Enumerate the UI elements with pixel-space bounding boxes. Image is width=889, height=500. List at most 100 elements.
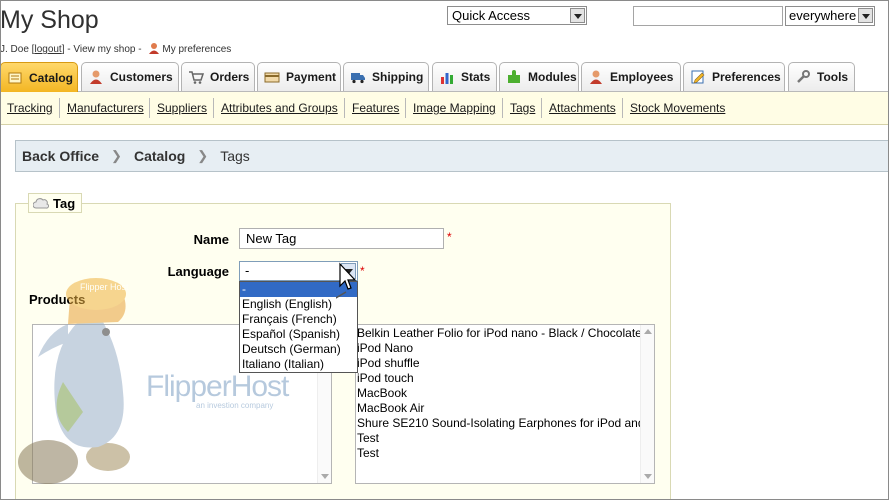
required-mark: * — [447, 230, 452, 244]
tab-label: Shipping — [372, 70, 424, 84]
shop-title: My Shop — [0, 6, 99, 34]
divider — [541, 98, 542, 118]
language-option[interactable]: Español (Spanish) — [240, 327, 357, 342]
logout-link[interactable]: logout — [34, 44, 61, 55]
divider — [59, 98, 60, 118]
search-scope-value: everywhere — [789, 8, 857, 23]
tab-customers[interactable]: Customers — [81, 62, 179, 91]
chevron-down-icon[interactable] — [570, 8, 585, 23]
tab-label: Modules — [528, 70, 577, 84]
subnav-image-mapping[interactable]: Image Mapping — [413, 101, 496, 115]
subnav-attributes-and-groups[interactable]: Attributes and Groups — [221, 101, 338, 115]
list-item[interactable]: MacBook Air — [356, 401, 640, 416]
divider — [405, 98, 406, 118]
tab-employees[interactable]: Employees — [581, 62, 681, 91]
orders-icon — [189, 71, 204, 84]
list-item[interactable]: Test — [356, 431, 640, 446]
list-item[interactable]: iPod Nano — [356, 341, 640, 356]
form-legend: Tag — [28, 193, 83, 213]
tools-icon — [797, 70, 810, 83]
scroll-up-icon[interactable] — [644, 329, 652, 334]
tab-label: Tools — [817, 70, 849, 84]
view-shop-link[interactable]: View my shop — [73, 44, 135, 55]
name-field[interactable]: New Tag — [239, 228, 444, 249]
subnav-tracking[interactable]: Tracking — [7, 101, 53, 115]
stats-icon — [441, 73, 453, 84]
mouse-pointer-icon — [336, 262, 357, 299]
divider — [149, 98, 150, 118]
breadcrumb: Back Office ❯ Catalog ❯ Tags — [15, 140, 889, 172]
divider — [344, 98, 345, 118]
subnav-features[interactable]: Features — [352, 101, 399, 115]
mascot-watermark: Flipper Host — [18, 278, 130, 484]
products-items: Belkin Leather Folio for iPod nano - Bla… — [356, 326, 640, 461]
user-bar: J. Doe [logout] - View my shop - My pref… — [0, 43, 232, 55]
my-preferences-link[interactable]: My preferences — [162, 44, 231, 55]
tab-shipping[interactable]: Shipping — [343, 62, 429, 91]
quick-access-value: Quick Access — [452, 8, 531, 23]
divider — [213, 98, 214, 118]
selected-products-list[interactable]: Belkin Leather Folio for iPod nano - Bla… — [355, 324, 655, 484]
chevron-right-icon: ❯ — [111, 148, 122, 163]
subnav-manufacturers[interactable]: Manufacturers — [67, 101, 144, 115]
tab-label: Preferences — [712, 70, 781, 84]
breadcrumb-current: Tags — [220, 148, 250, 164]
divider — [502, 98, 503, 118]
subnav-tags[interactable]: Tags — [510, 101, 535, 115]
tab-label: Orders — [210, 70, 250, 84]
quick-access-select[interactable]: Quick Access — [447, 6, 587, 25]
list-item[interactable]: MacBook — [356, 386, 640, 401]
subnav-attachments[interactable]: Attachments — [549, 101, 616, 115]
shipping-icon — [351, 73, 365, 84]
chevron-right-icon: ❯ — [197, 148, 209, 163]
breadcrumb-back-office[interactable]: Back Office — [22, 148, 99, 164]
list-item[interactable]: Shure SE210 Sound-Isolating Earphones fo… — [356, 416, 640, 431]
tab-stats[interactable]: Stats — [432, 62, 497, 91]
language-option[interactable]: Italiano (Italian) — [240, 357, 357, 372]
legend-label: Tag — [53, 195, 76, 211]
tag-cloud-icon — [33, 198, 49, 209]
divider — [622, 98, 623, 118]
tab-catalog[interactable]: Catalog — [0, 62, 78, 92]
customers-icon — [90, 70, 102, 84]
scroll-down-icon[interactable] — [321, 474, 329, 479]
employees-icon — [590, 70, 602, 84]
preferences-icon — [691, 70, 705, 84]
user-icon — [149, 43, 160, 54]
watermark-badge: Flipper Host — [80, 282, 129, 292]
list-item[interactable]: Belkin Leather Folio for iPod nano - Bla… — [356, 326, 640, 341]
language-value: - — [245, 263, 250, 278]
tab-label: Customers — [110, 70, 173, 84]
subnav-stock-movements[interactable]: Stock Movements — [630, 101, 725, 115]
subnav-suppliers[interactable]: Suppliers — [157, 101, 207, 115]
list-item[interactable]: iPod shuffle — [356, 356, 640, 371]
breadcrumb-catalog[interactable]: Catalog — [134, 148, 185, 164]
list-item[interactable]: Test — [356, 446, 640, 461]
chevron-down-icon[interactable] — [858, 8, 873, 23]
tab-orders[interactable]: Orders — [181, 62, 255, 91]
tab-label: Stats — [461, 70, 491, 84]
search-input[interactable] — [633, 6, 783, 26]
tab-tools[interactable]: Tools — [788, 62, 855, 91]
main-tabs: Catalog Customers Orders Payment Shippin… — [0, 62, 889, 92]
payment-icon — [264, 72, 280, 83]
modules-icon — [508, 70, 520, 83]
tab-payment[interactable]: Payment — [257, 62, 341, 91]
tab-label: Employees — [610, 70, 674, 84]
watermark-tagline: an investion company — [196, 401, 274, 410]
scrollbar[interactable] — [640, 325, 654, 483]
language-option[interactable]: Français (French) — [240, 312, 357, 327]
user-name: J. Doe — [0, 44, 29, 55]
tab-label: Catalog — [29, 70, 74, 85]
sub-navigation: Tracking Manufacturers Suppliers Attribu… — [0, 92, 889, 125]
search-scope-select[interactable]: everywhere — [785, 6, 875, 26]
language-option[interactable]: Deutsch (German) — [240, 342, 357, 357]
tab-preferences[interactable]: Preferences — [683, 62, 785, 91]
name-label: Name — [193, 232, 229, 247]
list-item[interactable]: iPod touch — [356, 371, 640, 386]
watermark-brand: FlipperHost — [146, 370, 289, 403]
scroll-down-icon[interactable] — [644, 474, 652, 479]
catalog-icon — [8, 72, 22, 83]
tab-modules[interactable]: Modules — [499, 62, 579, 91]
tab-label: Payment — [286, 70, 337, 84]
